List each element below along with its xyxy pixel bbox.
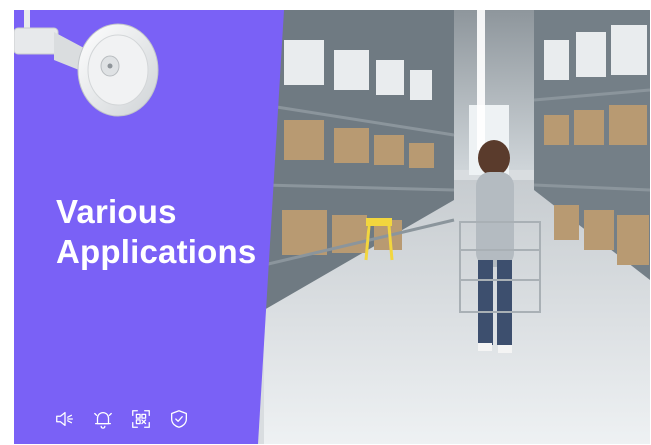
hero-title: Various Applications (56, 192, 256, 272)
hero-card: Various Applications (14, 10, 650, 444)
speaker-icon (54, 408, 76, 430)
horn-speaker-image (14, 10, 159, 117)
hero-title-line1: Various (56, 193, 177, 230)
scan-icon (130, 408, 152, 430)
feature-icons (54, 408, 190, 430)
hero-title-line2: Applications (56, 233, 257, 270)
bell-icon (92, 408, 114, 430)
shield-check-icon (168, 408, 190, 430)
